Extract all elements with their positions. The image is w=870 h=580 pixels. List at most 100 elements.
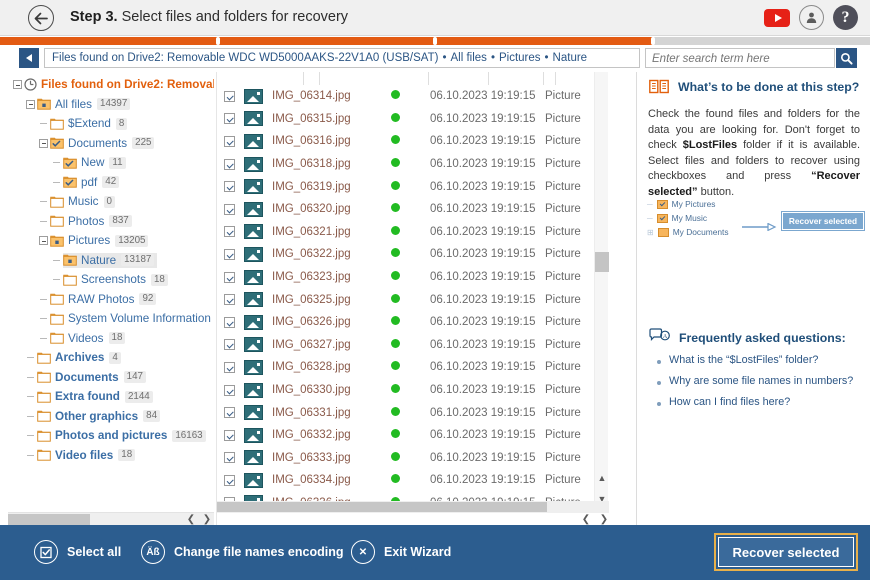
table-row[interactable]: IMG_06333.jpg06.10.2023 19:19:15Picture2… — [217, 447, 609, 470]
table-row[interactable]: IMG_06318.jpg06.10.2023 19:19:15Picture3… — [217, 153, 609, 176]
faq-item[interactable]: What is the “$LostFiles” folder? — [657, 354, 867, 375]
collapse-toggle-icon[interactable] — [11, 75, 24, 94]
vertical-scroll-thumb[interactable] — [595, 252, 609, 272]
tree-item-all-files[interactable]: All files 14397 — [8, 95, 214, 115]
folder-checked-icon[interactable] — [50, 137, 64, 149]
row-checkbox[interactable] — [224, 90, 235, 102]
table-row[interactable]: IMG_06332.jpg06.10.2023 19:19:15Picture1… — [217, 424, 609, 447]
folder-empty-icon[interactable] — [37, 352, 51, 364]
file-name[interactable]: IMG_06322.jpg — [272, 248, 360, 260]
folder-empty-icon[interactable] — [37, 449, 51, 461]
folder-empty-icon[interactable] — [50, 313, 64, 325]
back-button[interactable] — [28, 5, 54, 31]
tree-item-videos[interactable]: Videos 18 — [8, 329, 214, 349]
table-row[interactable]: IMG_06326.jpg06.10.2023 19:19:15Picture6… — [217, 311, 609, 334]
tree-item-extra-found[interactable]: Extra found 2144 — [8, 387, 214, 407]
file-list-horizontal-scrollbar[interactable] — [217, 501, 609, 513]
row-checkbox[interactable] — [224, 339, 235, 351]
row-checkbox[interactable] — [224, 452, 235, 464]
breadcrumb-part[interactable]: Pictures — [499, 52, 541, 64]
row-checkbox[interactable] — [224, 203, 235, 215]
file-name[interactable]: IMG_06328.jpg — [272, 361, 360, 373]
help-icon[interactable]: ? — [833, 5, 858, 30]
breadcrumb-back-button[interactable] — [19, 48, 39, 68]
folder-checked-icon[interactable] — [63, 157, 77, 169]
faq-item[interactable]: Why are some file names in numbers? — [657, 375, 867, 396]
tree-item-extend[interactable]: $Extend 8 — [8, 114, 214, 134]
row-checkbox[interactable] — [224, 384, 235, 396]
table-row[interactable]: IMG_06325.jpg06.10.2023 19:19:15Picture6… — [217, 288, 609, 311]
row-checkbox[interactable] — [224, 113, 235, 125]
folder-partial-icon[interactable] — [50, 235, 64, 247]
recover-selected-button[interactable]: Recover selected — [714, 533, 858, 571]
breadcrumb-part[interactable]: All files — [451, 52, 487, 64]
file-name[interactable]: IMG_06318.jpg — [272, 158, 360, 170]
file-name[interactable]: IMG_06333.jpg — [272, 452, 360, 464]
tree-item-screenshots[interactable]: Screenshots 18 — [8, 270, 214, 290]
table-row[interactable]: IMG_06328.jpg06.10.2023 19:19:15Picture3… — [217, 356, 609, 379]
row-checkbox[interactable] — [224, 407, 235, 419]
folder-checked-icon[interactable] — [63, 176, 77, 188]
row-checkbox[interactable] — [224, 271, 235, 283]
table-row[interactable]: IMG_06322.jpg06.10.2023 19:19:15Picture3… — [217, 243, 609, 266]
tree-item-pictures[interactable]: Pictures 13205 — [8, 231, 214, 251]
folder-empty-icon[interactable] — [37, 410, 51, 422]
folder-partial-icon[interactable] — [37, 98, 51, 110]
folder-empty-icon[interactable] — [50, 293, 64, 305]
hscroll-right-arrow[interactable]: ❯ — [595, 513, 613, 525]
tree-item-nature[interactable]: Nature 13187 — [8, 251, 214, 271]
file-name[interactable]: IMG_06330.jpg — [272, 384, 360, 396]
file-name[interactable]: IMG_06334.jpg — [272, 474, 360, 486]
folder-empty-icon[interactable] — [37, 391, 51, 403]
folder-empty-icon[interactable] — [63, 274, 77, 286]
file-name[interactable]: IMG_06326.jpg — [272, 316, 360, 328]
tree-item-photos[interactable]: Photos 837 — [8, 212, 214, 232]
tree-item-documents[interactable]: Documents 147 — [8, 368, 214, 388]
file-name[interactable]: IMG_06323.jpg — [272, 271, 360, 283]
tree-item-files-found-on-drive2-removab[interactable]: Files found on Drive2: Removab — [8, 75, 214, 95]
file-name[interactable]: IMG_06325.jpg — [272, 294, 360, 306]
table-row[interactable]: IMG_06321.jpg06.10.2023 19:19:15Picture3… — [217, 221, 609, 244]
row-checkbox[interactable] — [224, 474, 235, 486]
youtube-icon[interactable] — [764, 8, 790, 27]
table-row[interactable]: IMG_06319.jpg06.10.2023 19:19:15Picture2… — [217, 175, 609, 198]
collapse-toggle-icon[interactable] — [24, 95, 37, 114]
folder-empty-icon[interactable] — [37, 430, 51, 442]
file-name[interactable]: IMG_06319.jpg — [272, 181, 360, 193]
folder-empty-icon[interactable] — [50, 215, 64, 227]
row-checkbox[interactable] — [224, 181, 235, 193]
tree-item-system-volume-information[interactable]: System Volume Information2 — [8, 309, 214, 329]
folder-empty-icon[interactable] — [37, 371, 51, 383]
table-row[interactable]: IMG_06314.jpg06.10.2023 19:19:15Picture2… — [217, 85, 609, 108]
collapse-toggle-icon[interactable] — [37, 231, 50, 250]
tree-item-video-files[interactable]: Video files 18 — [8, 446, 214, 466]
tree-item-pdf[interactable]: pdf 42 — [8, 173, 214, 193]
file-list-vertical-scrollbar[interactable]: ▲ ▼ — [594, 72, 609, 513]
row-checkbox[interactable] — [224, 135, 235, 147]
folder-empty-icon[interactable] — [50, 118, 64, 130]
user-account-icon[interactable] — [799, 5, 824, 30]
file-name[interactable]: IMG_06316.jpg — [272, 135, 360, 147]
row-checkbox[interactable] — [224, 294, 235, 306]
row-checkbox[interactable] — [224, 429, 235, 441]
tree-horizontal-scrollbar[interactable]: ❮ ❯ — [8, 512, 214, 525]
collapse-toggle-icon[interactable] — [37, 134, 50, 153]
search-button[interactable] — [836, 48, 857, 68]
table-row[interactable]: IMG_06327.jpg06.10.2023 19:19:15Picture4… — [217, 334, 609, 357]
file-name[interactable]: IMG_06321.jpg — [272, 226, 360, 238]
file-name[interactable]: IMG_06331.jpg — [272, 407, 360, 419]
faq-item[interactable]: How can I find files here? — [657, 396, 867, 417]
file-name[interactable]: IMG_06314.jpg — [272, 90, 360, 102]
row-checkbox[interactable] — [224, 316, 235, 328]
table-row[interactable]: IMG_06330.jpg06.10.2023 19:19:15Picture4… — [217, 379, 609, 402]
horizontal-scroll-thumb[interactable] — [217, 502, 547, 512]
tree-item-other-graphics[interactable]: Other graphics 84 — [8, 407, 214, 427]
table-row[interactable]: IMG_06315.jpg06.10.2023 19:19:15Picture2… — [217, 108, 609, 131]
breadcrumb-part[interactable]: Files found on Drive2: Removable WDC WD5… — [52, 52, 438, 64]
change-encoding-button[interactable]: Äß Change file names encoding — [141, 539, 343, 565]
row-checkbox[interactable] — [224, 248, 235, 260]
row-checkbox[interactable] — [224, 361, 235, 373]
tree-item-archives[interactable]: Archives 4 — [8, 348, 214, 368]
breadcrumb-part[interactable]: Nature — [553, 52, 588, 64]
file-name[interactable]: IMG_06327.jpg — [272, 339, 360, 351]
